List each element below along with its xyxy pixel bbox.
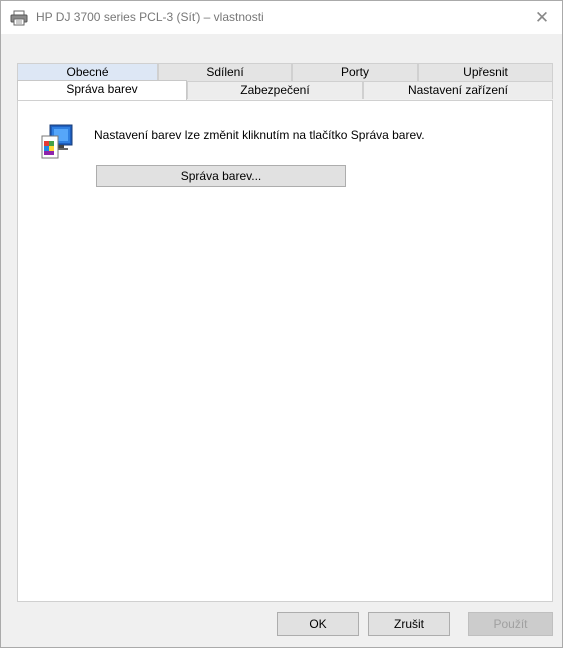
window-title: HP DJ 3700 series PCL-3 (Síť) – vlastnos…: [36, 10, 264, 24]
title-bar: HP DJ 3700 series PCL-3 (Síť) – vlastnos…: [1, 1, 562, 34]
printer-icon: [10, 10, 28, 26]
tab-device-settings[interactable]: Nastavení zařízení: [363, 81, 553, 99]
cancel-button[interactable]: Zrušit: [368, 612, 450, 636]
apply-button[interactable]: Použít: [468, 612, 553, 636]
info-message: Nastavení barev lze změnit kliknutím na …: [94, 128, 425, 142]
properties-dialog: HP DJ 3700 series PCL-3 (Síť) – vlastnos…: [0, 0, 563, 648]
ok-button[interactable]: OK: [277, 612, 359, 636]
tab-row-top: Obecné Sdílení Porty Upřesnit: [17, 63, 553, 81]
tab-general[interactable]: Obecné: [17, 63, 158, 81]
color-management-icon: [40, 124, 74, 160]
tab-sharing[interactable]: Sdílení: [158, 63, 292, 81]
tab-color-management[interactable]: Správa barev: [17, 80, 187, 100]
tab-ports[interactable]: Porty: [292, 63, 418, 81]
tab-row-bottom: Správa barev Zabezpečení Nastavení zaříz…: [17, 80, 553, 100]
color-management-button[interactable]: Správa barev...: [96, 165, 346, 187]
tab-panel-color-management: Nastavení barev lze změnit kliknutím na …: [17, 100, 553, 602]
tab-advanced[interactable]: Upřesnit: [418, 63, 553, 81]
close-button[interactable]: ✕: [522, 1, 562, 34]
tab-security[interactable]: Zabezpečení: [187, 81, 363, 99]
